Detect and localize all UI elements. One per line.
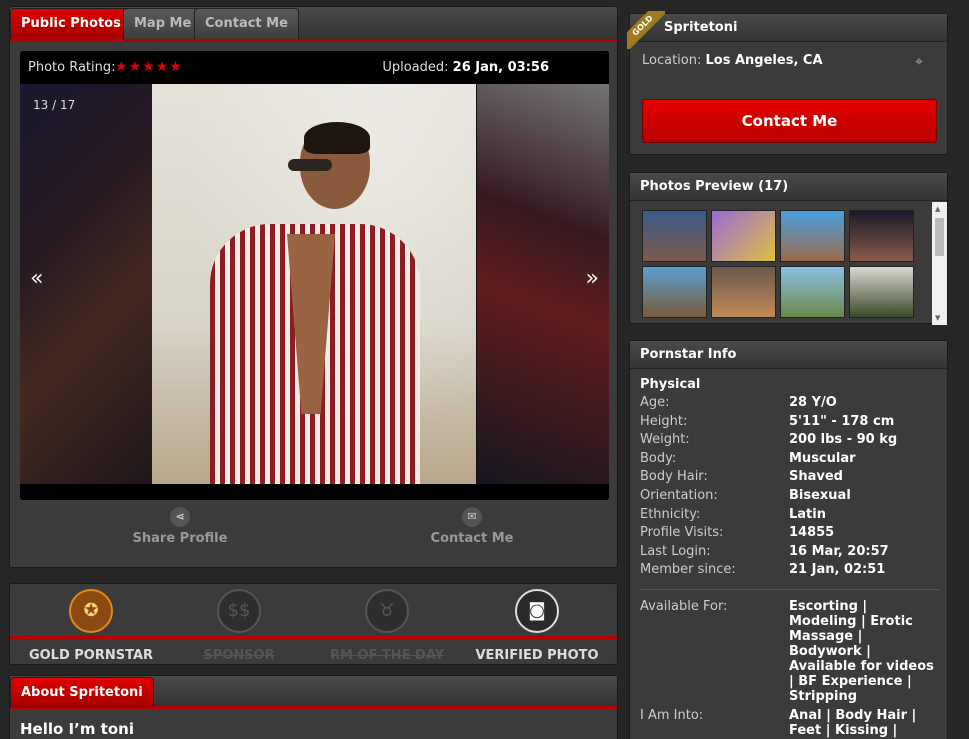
profile-card: Spritetoni GOLD Location: Los Angeles, C…	[627, 11, 948, 155]
rating-stars[interactable]: ★★★★★	[115, 51, 183, 84]
gold-ribbon: GOLD	[627, 11, 665, 49]
tab-public-photos[interactable]: Public Photos	[10, 8, 132, 39]
thumbnail-scrollbar[interactable]: ▲ ▼	[932, 202, 947, 325]
photo-viewer: Photo Rating: ★★★★★ Uploaded: 26 Jan, 03…	[20, 51, 609, 500]
badge-label: SPONSOR	[203, 648, 275, 663]
dollar-icon: $$	[217, 589, 261, 633]
photo-panel: Public Photos Map Me Contact Me Photo Ra…	[9, 6, 618, 568]
viewer-info-bar: Photo Rating: ★★★★★ Uploaded: 26 Jan, 03…	[20, 51, 609, 84]
share-icon: ⋖	[170, 507, 190, 527]
info-row: Last Login: 16 Mar, 20:57	[640, 543, 889, 559]
info-row: Age: 28 Y/O	[640, 395, 837, 410]
photo-thumbnail[interactable]	[642, 210, 707, 262]
current-photo-image	[152, 84, 476, 484]
info-row: Height: 5'11" - 178 cm	[640, 413, 895, 429]
photo-counter: 13 / 17	[33, 98, 76, 112]
info-row: Ethnicity: Latin	[640, 506, 826, 522]
contact-me-button[interactable]: Contact Me	[642, 99, 937, 143]
tab-map-me[interactable]: Map Me	[123, 8, 203, 39]
photo-tabbar: Public Photos Map Me Contact Me	[10, 7, 617, 42]
location-value: Los Angeles, CA	[705, 53, 823, 68]
photo-thumbnail[interactable]	[642, 266, 707, 318]
pornstar-info-title: Pornstar Info	[630, 341, 947, 369]
about-heading: Hello I’m toni	[20, 720, 134, 738]
viewer-footer	[20, 484, 609, 500]
bull-icon: ♉	[365, 589, 409, 633]
badge-sponsor: $$ SPONSOR	[164, 589, 314, 663]
about-tabbar: About Spritetoni	[10, 676, 617, 709]
share-profile-button[interactable]: ⋖ Share Profile	[125, 507, 235, 546]
tab-contact-me[interactable]: Contact Me	[194, 8, 299, 39]
photo-thumbnail[interactable]	[780, 210, 845, 262]
photos-preview-panel: Photos Preview (17) ▲ ▼	[629, 172, 948, 325]
location-text: Location: Los Angeles, CA	[642, 53, 823, 68]
profile-name: Spritetoni	[630, 14, 947, 42]
prev-photo-arrow-icon[interactable]: «	[30, 266, 43, 291]
info-row: Orientation: Bisexual	[640, 487, 851, 503]
info-row: Profile Visits: 14855	[640, 525, 835, 541]
about-panel: About Spritetoni Hello I’m toni	[9, 675, 618, 739]
into-value: Anal | Body Hair | Feet | Kissing | Late…	[789, 707, 917, 739]
location-label: Location:	[642, 53, 702, 68]
share-profile-label: Share Profile	[132, 531, 228, 546]
photos-preview-title: Photos Preview (17)	[630, 173, 947, 201]
badge-verified-photo: ◙ VERIFIED PHOTO	[462, 589, 612, 663]
tab-about[interactable]: About Spritetoni	[10, 677, 154, 708]
contact-me-action-label: Contact Me	[430, 531, 514, 546]
info-row: Body: Muscular	[640, 450, 856, 466]
envelope-icon: ✉	[462, 507, 482, 527]
into-label: I Am Into:	[640, 707, 704, 723]
badges-panel: ✪ GOLD PORNSTAR $$ SPONSOR ♉ RM OF THE D…	[9, 583, 618, 665]
badge-label: GOLD PORNSTAR	[28, 648, 154, 663]
badge-label: RM OF THE DAY	[329, 648, 445, 663]
scrollbar-thumb[interactable]	[935, 218, 944, 256]
medal-icon: ✪	[69, 589, 113, 633]
scroll-up-icon[interactable]: ▲	[935, 205, 940, 213]
info-row: Body Hair: Shaved	[640, 469, 843, 485]
camera-icon: ◙	[515, 589, 559, 633]
available-for-label: Available For:	[640, 598, 728, 614]
photo-thumbnail[interactable]	[849, 266, 914, 318]
available-for-row: Available For: Escorting | Modeling | Er…	[640, 599, 940, 704]
photo-thumbnail[interactable]	[780, 266, 845, 318]
pornstar-info-panel: Pornstar Info Physical Age: 28 Y/O Height…	[629, 340, 948, 739]
next-photo-arrow-icon[interactable]: »	[586, 266, 599, 291]
available-for-value: Escorting | Modeling | Erotic Massage | …	[789, 598, 934, 704]
rating-label: Photo Rating:	[28, 60, 116, 75]
info-row: Weight: 200 lbs - 90 kg	[640, 432, 898, 448]
badge-rm-of-the-day: ♉ RM OF THE DAY	[312, 589, 462, 663]
uploaded-value: 26 Jan, 03:56	[452, 60, 549, 75]
into-row: I Am Into: Anal | Body Hair | Feet | Kis…	[640, 708, 940, 739]
badge-gold-pornstar: ✪ GOLD PORNSTAR	[16, 589, 166, 663]
upload-info: Uploaded: 26 Jan, 03:56	[382, 51, 549, 84]
badge-label: VERIFIED PHOTO	[475, 648, 599, 663]
contact-me-action-button[interactable]: ✉ Contact Me	[422, 507, 522, 546]
photo-thumbnail[interactable]	[849, 210, 914, 262]
scroll-down-icon[interactable]: ▼	[935, 314, 940, 322]
photo-carousel[interactable]	[20, 84, 609, 484]
divider	[640, 588, 940, 590]
uploaded-label: Uploaded:	[382, 60, 449, 75]
physical-heading: Physical	[640, 377, 701, 392]
photo-thumbnail[interactable]	[711, 266, 776, 318]
map-pin-icon[interactable]: ⌖	[915, 54, 935, 72]
info-list: Physical Age: 28 Y/O Height: 5'11" - 178 c…	[640, 377, 940, 739]
info-row: Member since: 21 Jan, 02:51	[640, 562, 886, 578]
photo-thumbnail[interactable]	[711, 210, 776, 262]
